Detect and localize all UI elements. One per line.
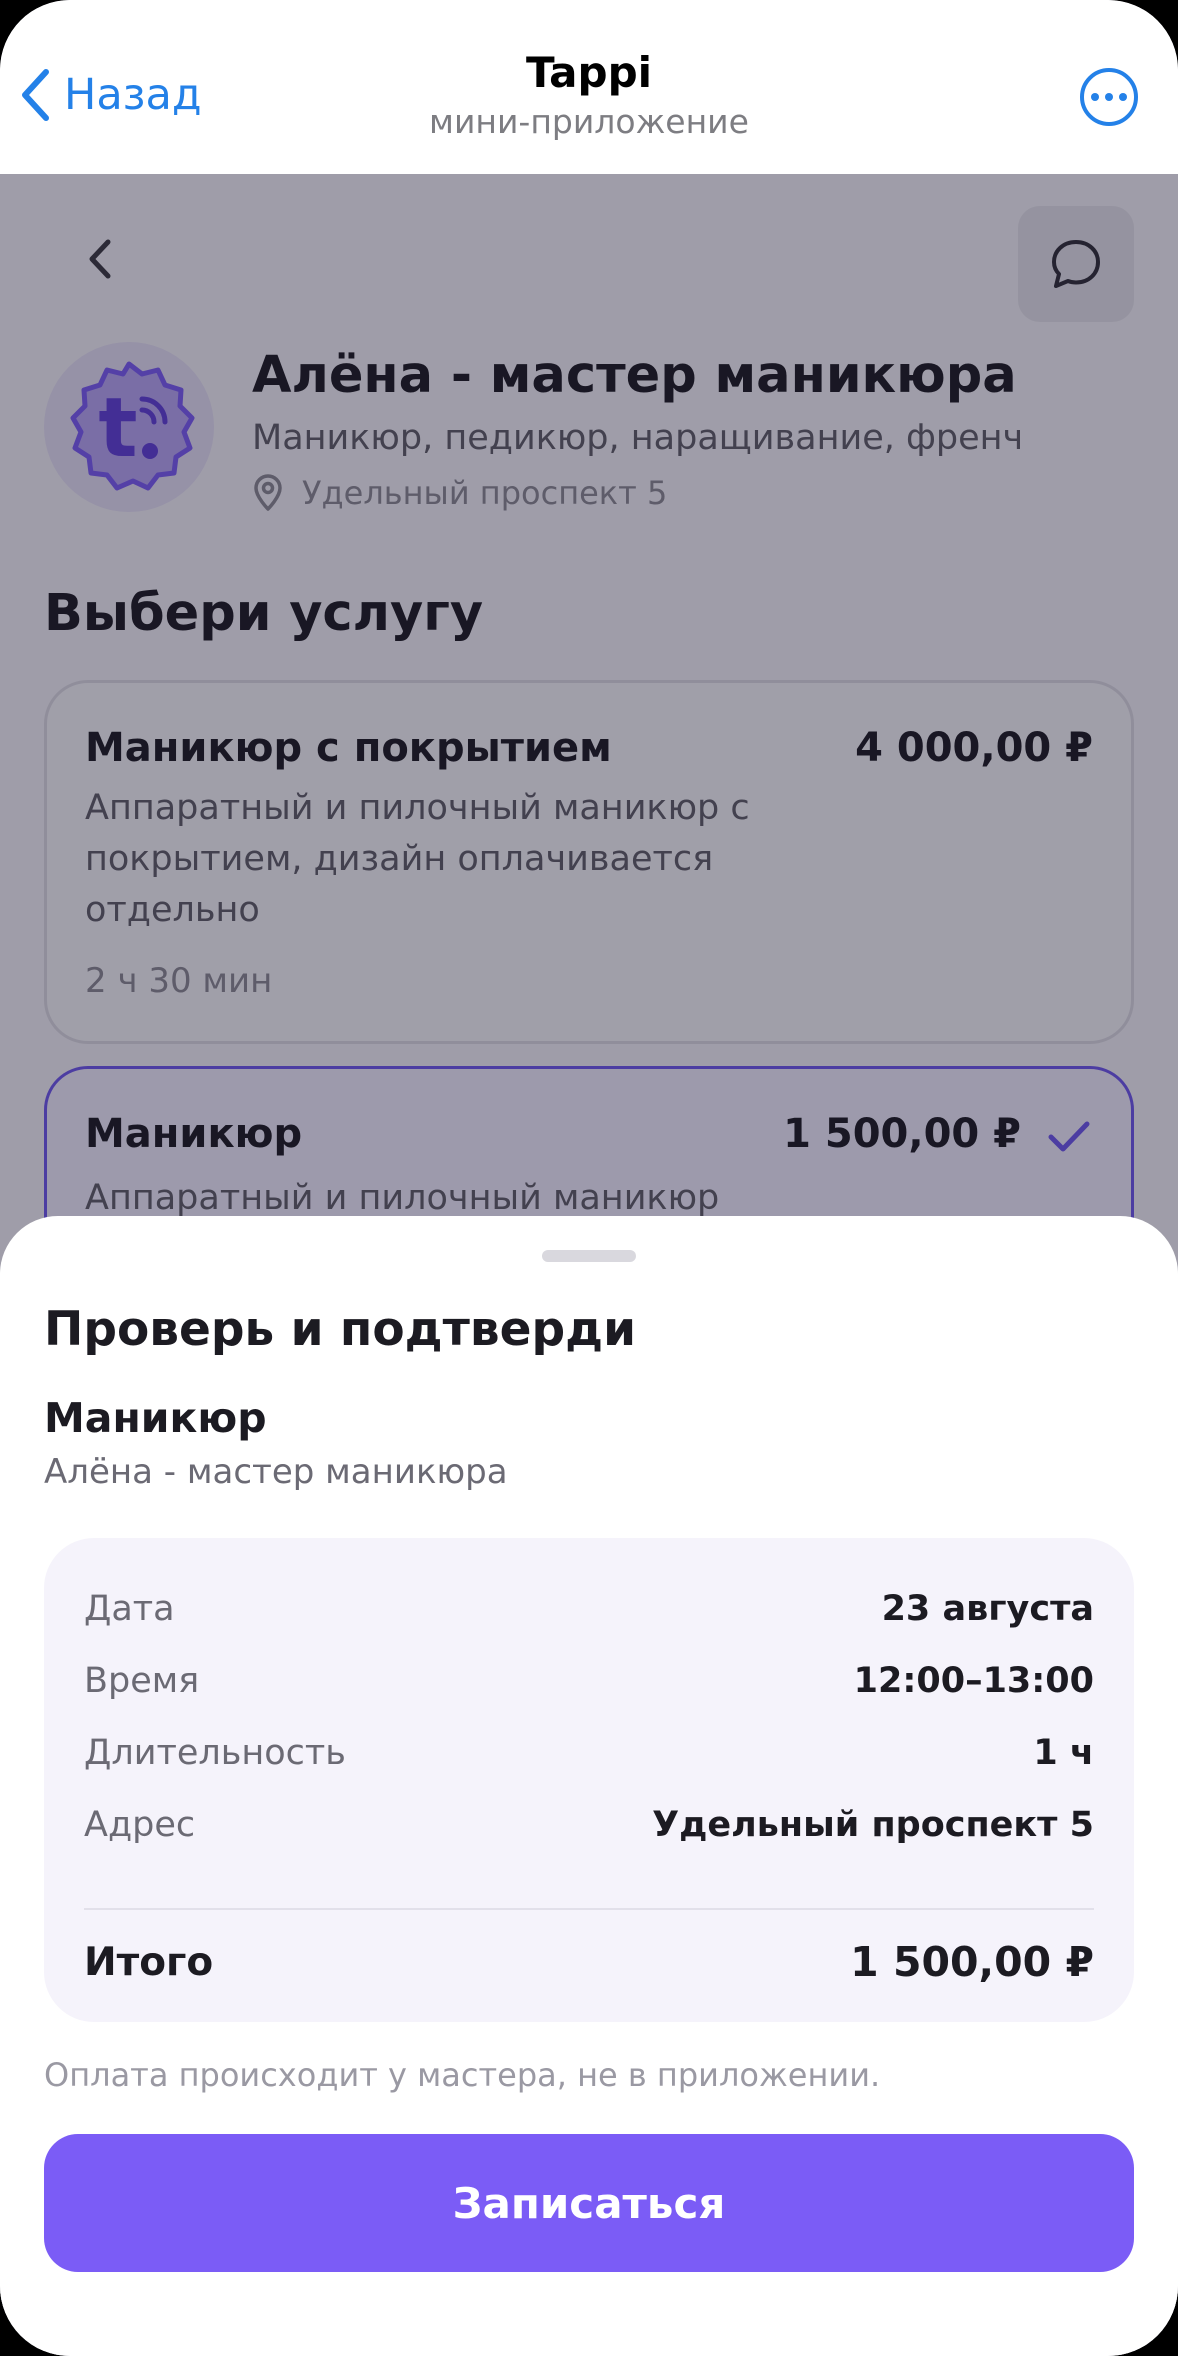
phone-screen: Назад Tappi мини-приложение t Алёна - ма… — [0, 0, 1178, 2356]
detail-label: Время — [84, 1661, 200, 1701]
detail-value: Удельный проспект 5 — [652, 1805, 1094, 1845]
payment-note: Оплата происходит у мастера, не в прилож… — [44, 2056, 881, 2094]
total-value: 1 500,00 ₽ — [850, 1938, 1094, 1986]
detail-row-address: Адрес Удельный проспект 5 — [84, 1800, 1094, 1850]
sheet-grabber[interactable] — [542, 1250, 636, 1262]
sheet-title: Проверь и подтверди — [44, 1302, 637, 1357]
app-title: Tappi — [525, 48, 653, 97]
detail-value: 23 августа — [881, 1589, 1094, 1629]
confirm-sheet: Проверь и подтверди Маникюр Алёна - маст… — [0, 1216, 1178, 2356]
telegram-header: Назад Tappi мини-приложение — [0, 0, 1178, 174]
booking-summary-card: Дата 23 августа Время 12:00–13:00 Длител… — [44, 1538, 1134, 2022]
more-icon — [1091, 93, 1127, 101]
booking-master-name: Алёна - мастер маникюра — [44, 1452, 508, 1492]
detail-label: Длительность — [84, 1733, 346, 1773]
total-row: Итого 1 500,00 ₽ — [84, 1932, 1094, 1992]
summary-divider — [84, 1908, 1094, 1910]
detail-value: 12:00–13:00 — [853, 1661, 1094, 1701]
booking-service-name: Маникюр — [44, 1394, 267, 1442]
more-button[interactable] — [1080, 68, 1138, 126]
detail-value: 1 ч — [1033, 1733, 1094, 1773]
total-label: Итого — [84, 1939, 214, 1985]
detail-row-date: Дата 23 августа — [84, 1584, 1094, 1634]
app-subtitle: мини-приложение — [429, 102, 749, 141]
detail-label: Дата — [84, 1589, 175, 1629]
detail-label: Адрес — [84, 1805, 196, 1845]
book-button[interactable]: Записаться — [44, 2134, 1134, 2272]
detail-row-duration: Длительность 1 ч — [84, 1728, 1094, 1778]
detail-row-time: Время 12:00–13:00 — [84, 1656, 1094, 1706]
